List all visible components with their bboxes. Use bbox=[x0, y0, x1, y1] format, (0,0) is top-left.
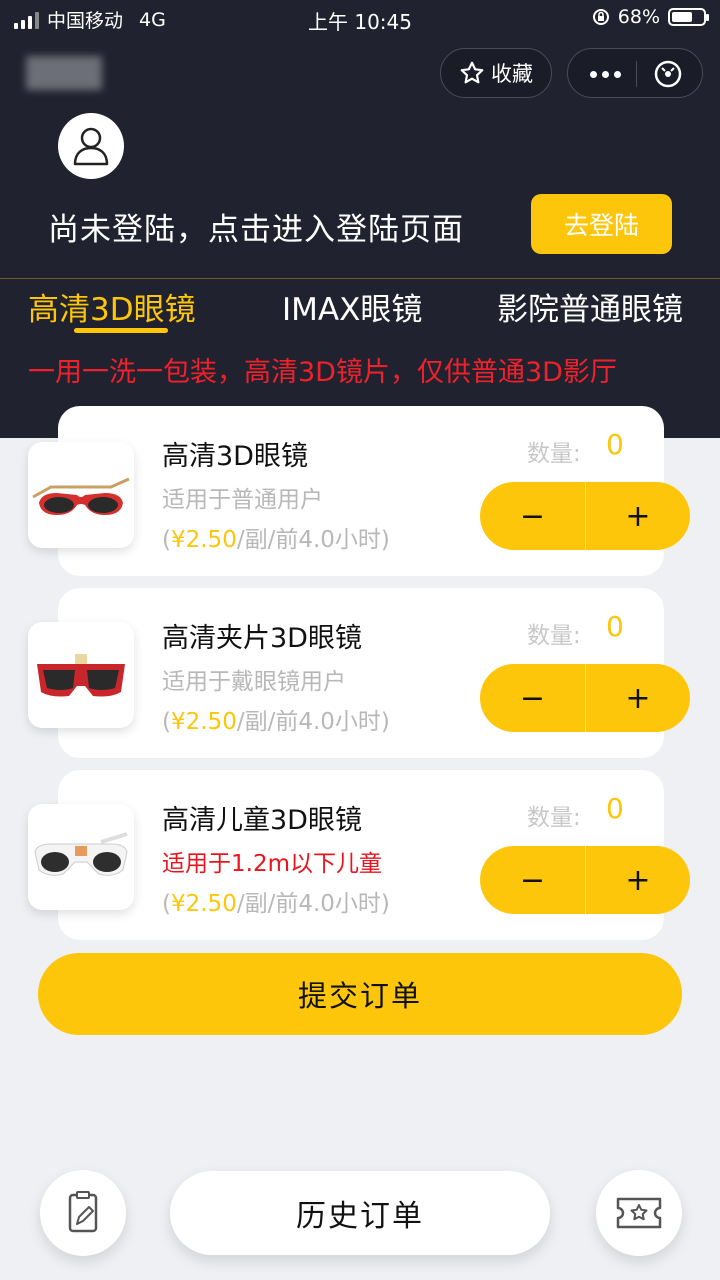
quantity-value: 0 bbox=[606, 428, 624, 461]
quantity-label: 数量: bbox=[527, 441, 581, 467]
blurred-logo bbox=[26, 56, 102, 90]
decrease-button[interactable]: − bbox=[480, 664, 585, 732]
price-amount: ¥2.50 bbox=[170, 527, 237, 553]
quantity-label: 数量: bbox=[527, 623, 581, 649]
increase-button[interactable]: + bbox=[585, 482, 690, 550]
capsule-divider bbox=[636, 61, 637, 87]
tab-cinema-glasses[interactable]: 影院普通眼镜 bbox=[497, 284, 683, 329]
product-desc: 适用于戴眼镜用户 bbox=[162, 669, 346, 695]
header-divider bbox=[0, 278, 720, 279]
login-button[interactable]: 去登陆 bbox=[531, 194, 672, 254]
more-menu-icon[interactable] bbox=[590, 71, 621, 78]
coupon-button[interactable] bbox=[596, 1170, 682, 1256]
quantity-value: 0 bbox=[606, 792, 624, 825]
mini-program-capsule bbox=[567, 48, 703, 98]
login-prompt[interactable]: 尚未登陆，点击进入登陆页面 bbox=[48, 204, 464, 249]
favorite-label: 收藏 bbox=[491, 62, 533, 86]
quantity-label: 数量: bbox=[527, 805, 581, 831]
quantity-stepper: − + bbox=[480, 846, 690, 914]
quantity-value: 0 bbox=[606, 610, 624, 643]
quantity-stepper: − + bbox=[480, 664, 690, 732]
product-desc: 适用于1.2m以下儿童 bbox=[162, 851, 382, 877]
notes-button[interactable] bbox=[40, 1170, 126, 1256]
avatar[interactable] bbox=[58, 113, 124, 179]
rotation-lock-icon bbox=[592, 9, 609, 25]
tab-hd-3d-glasses[interactable]: 高清3D眼镜 bbox=[28, 284, 196, 329]
product-desc: 适用于普通用户 bbox=[162, 487, 323, 513]
close-program-icon[interactable] bbox=[652, 58, 684, 90]
red-clip-on-3d-glasses-image bbox=[28, 622, 134, 728]
battery-percent: 68% bbox=[617, 6, 660, 28]
price-amount: ¥2.50 bbox=[170, 709, 237, 735]
history-orders-button[interactable]: 历史订单 bbox=[170, 1171, 550, 1255]
quantity-stepper: − + bbox=[480, 482, 690, 550]
status-right: 68% bbox=[592, 6, 709, 28]
battery-icon bbox=[668, 8, 709, 26]
price-amount: ¥2.50 bbox=[170, 891, 237, 917]
red-gold-3d-glasses-image bbox=[28, 442, 134, 548]
product-price: (¥2.50/副/前4.0小时) bbox=[162, 891, 390, 917]
decrease-button[interactable]: − bbox=[480, 846, 585, 914]
product-name: 高清夹片3D眼镜 bbox=[162, 623, 362, 654]
submit-order-button[interactable]: 提交订单 bbox=[38, 953, 682, 1035]
tab-imax-glasses[interactable]: IMAX眼镜 bbox=[282, 284, 422, 329]
status-bar: 中国移动 4G 上午 10:45 68% bbox=[0, 0, 720, 36]
product-price: (¥2.50/副/前4.0小时) bbox=[162, 527, 390, 553]
ticket-star-icon bbox=[616, 1197, 662, 1229]
increase-button[interactable]: + bbox=[585, 664, 690, 732]
increase-button[interactable]: + bbox=[585, 846, 690, 914]
active-tab-indicator bbox=[74, 328, 168, 333]
tab-bar: 高清3D眼镜 IMAX眼镜 影院普通眼镜 bbox=[0, 284, 720, 333]
favorite-button[interactable]: 收藏 bbox=[440, 48, 552, 98]
decrease-button[interactable]: − bbox=[480, 482, 585, 550]
user-icon bbox=[73, 127, 109, 166]
product-name: 高清儿童3D眼镜 bbox=[162, 805, 362, 836]
product-price: (¥2.50/副/前4.0小时) bbox=[162, 709, 390, 735]
product-name: 高清3D眼镜 bbox=[162, 441, 308, 472]
notice-text: 一用一洗一包装，高清3D镜片，仅供普通3D影厅 bbox=[28, 357, 617, 388]
star-icon bbox=[460, 61, 484, 84]
edit-document-icon bbox=[68, 1191, 98, 1233]
white-kids-3d-glasses-image bbox=[28, 804, 134, 910]
